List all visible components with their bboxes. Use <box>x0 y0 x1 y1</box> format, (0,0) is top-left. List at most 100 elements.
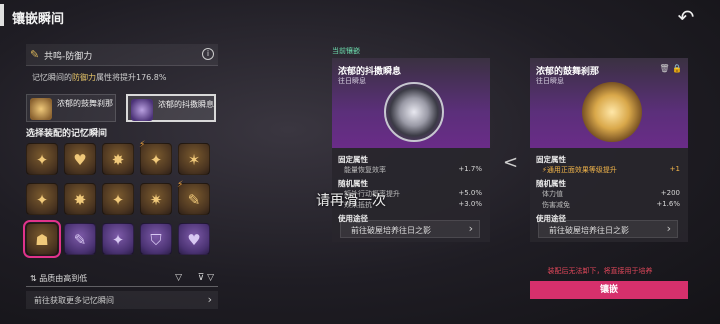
embed-button[interactable]: 镶嵌 <box>530 281 688 299</box>
set-bonus-row: ✎ 共鸣-防御力 i <box>26 44 218 66</box>
card-sub: 往日瞬息 <box>536 77 564 85</box>
random-title: 随机属性 <box>338 179 368 188</box>
chevron-right-icon: › <box>666 222 671 235</box>
equipped-slots: 浓郁的鼓舞刹那 浓郁的抖擞瞬息 <box>26 94 218 124</box>
memory-icon: ✦ <box>149 151 163 169</box>
dropdown-caret-icon[interactable]: ▽ <box>175 273 182 283</box>
attr-value: +3.0% <box>458 200 482 208</box>
new-card: 浓郁的鼓舞刹那 往日瞬息 🗑 🔒 固定属性 ⚡通用正面效果等级提升 +1 随机属性… <box>530 58 688 242</box>
attr-value: +1.7% <box>458 165 482 173</box>
memory-icon: ✷ <box>149 191 163 209</box>
bolt-icon: ⚡ <box>177 180 184 190</box>
page-title: 镶嵌瞬间 <box>12 12 65 27</box>
memory-cell[interactable]: ✦ <box>26 143 58 175</box>
memory-cell[interactable]: ✦ ⚡ <box>139 140 172 175</box>
memory-icon: ✸ <box>73 191 87 209</box>
left-panel: ✎ 共鸣-防御力 i 记忆瞬间的防御力属性将提升176.8% 浓郁的鼓舞刹那 浓… <box>23 44 218 309</box>
path-button[interactable]: 前往破屋培养往日之影 › <box>340 220 480 238</box>
memory-icon: ♥ <box>187 231 201 249</box>
current-tag: 当前镶嵌 <box>332 47 360 55</box>
set-effect-text: 记忆瞬间的防御力属性将提升176.8% <box>26 66 218 88</box>
attr-label: 能量恢复效率 <box>344 166 386 174</box>
attr-label: 通用正面效果等级提升 <box>546 166 617 174</box>
memory-cell[interactable]: ✦ <box>26 183 58 215</box>
attr-value: +1.6% <box>656 200 680 208</box>
card-attrs: 固定属性 能量恢复效率 +1.7% 随机属性 额外行动概率提升 +5.0% 效果抵抗… <box>332 148 490 228</box>
set-bonus-name: 共鸣-防御力 <box>44 52 93 62</box>
title-accent <box>0 4 4 26</box>
card-header: 浓郁的抖擞瞬息 往日瞬息 <box>332 58 490 148</box>
memory-cell[interactable]: ♥ <box>178 223 210 255</box>
get-more-button[interactable]: 前往获取更多记忆瞬间 › <box>26 291 218 309</box>
memory-icon: ✸ <box>111 151 125 169</box>
attr-row: 能量恢复效率 +1.7% <box>338 165 484 176</box>
memory-cell[interactable]: ✎ <box>64 223 96 255</box>
info-icon[interactable]: i <box>202 48 214 60</box>
back-arrow-icon[interactable]: ↶ <box>674 6 698 28</box>
slot-drum[interactable]: 浓郁的鼓舞刹那 <box>26 94 116 122</box>
attr-row: 体力值 +200 <box>536 189 682 200</box>
bolt-icon: ⚡ <box>139 140 146 150</box>
current-card: 浓郁的抖擞瞬息 往日瞬息 固定属性 能量恢复效率 +1.7% 随机属性 额外行动概… <box>332 58 490 242</box>
feather-icon: ✎ <box>30 48 40 61</box>
header: 镶嵌瞬间 ↶ <box>0 0 720 34</box>
memory-icon: ✎ <box>187 191 201 209</box>
path-label: 前往破屋培养往日之影 <box>549 226 629 235</box>
attr-row: ⚡通用正面效果等级提升 +1 <box>542 165 680 174</box>
sort-label: ⇅ 品质由高到低 <box>30 274 88 283</box>
card-header: 浓郁的鼓舞刹那 往日瞬息 🗑 🔒 <box>530 58 688 148</box>
memory-cell[interactable]: ⛉ <box>140 223 172 255</box>
memory-cell[interactable]: ♥ <box>64 143 96 175</box>
attr-label: 伤害减免 <box>542 201 570 209</box>
memory-icon: ♥ <box>73 151 87 169</box>
card-sub: 往日瞬息 <box>338 77 366 85</box>
memory-cell[interactable]: ✸ <box>102 143 134 175</box>
sort-bar[interactable]: ⇅ 品质由高到低 ▽ ⊽ ▽ <box>26 273 218 287</box>
memory-cell[interactable]: ✶ <box>178 143 210 175</box>
warning-text: 装配后无法卸下，将直接用于培养 <box>547 267 653 275</box>
memory-icon: ✎ <box>73 231 87 249</box>
memory-icon: ✦ <box>35 191 49 209</box>
memory-icon: ✶ <box>187 151 201 169</box>
section-title: 选择装配的记忆瞬间 <box>26 129 108 139</box>
slot-star[interactable]: 浓郁的抖擞瞬息 <box>126 94 216 122</box>
random-title: 随机属性 <box>536 179 566 188</box>
fixed-title: 固定属性 <box>536 155 566 164</box>
chevron-right-icon: › <box>468 222 473 235</box>
star-medal-icon <box>384 82 444 142</box>
memory-cell[interactable]: ✦ <box>102 223 134 255</box>
attr-label: 体力值 <box>542 190 563 198</box>
get-more-label: 前往获取更多记忆瞬间 <box>34 296 114 305</box>
memory-icon: ✦ <box>111 231 125 249</box>
memory-cell[interactable]: ✎ ⚡ <box>177 180 210 215</box>
slot-name: 浓郁的抖擞瞬息 <box>158 100 214 109</box>
path-button[interactable]: 前往破屋培养往日之影 › <box>538 220 678 238</box>
memory-cell[interactable]: ✦ <box>102 183 134 215</box>
gold-drum-icon <box>30 98 52 120</box>
effect-prefix: 记忆瞬间的 <box>32 73 72 82</box>
toast-message: 请再滑一次 <box>316 193 386 209</box>
fixed-title: 固定属性 <box>338 155 368 164</box>
attr-value: +5.0% <box>458 189 482 197</box>
attr-value: +200 <box>660 189 680 197</box>
effect-suffix: 属性将提升176.8% <box>96 73 167 82</box>
memory-cell[interactable]: ☗ <box>23 220 61 258</box>
sort-text: 品质由高到低 <box>39 274 88 283</box>
chevron-right-icon: › <box>207 293 212 306</box>
slot-name: 浓郁的鼓舞刹那 <box>57 99 113 108</box>
card-attrs: 固定属性 ⚡通用正面效果等级提升 +1 随机属性 体力值 +200 伤害减免 +1.6… <box>530 148 688 228</box>
trash-lock-icons[interactable]: 🗑 🔒 <box>659 64 682 73</box>
attr-row: 伤害减免 +1.6% <box>536 200 682 211</box>
purple-star-icon <box>131 99 153 121</box>
path-label: 前往破屋培养往日之影 <box>351 226 431 235</box>
memory-cell[interactable]: ✸ <box>64 183 96 215</box>
compare-arrow-icon: < <box>503 152 519 173</box>
memory-grid: ✦ ♥ ✸ ✦ ⚡ ✶ ✦ ✸ ✦ ✷ ✎ ⚡ ☗ ✎ ✦ ⛉ ♥ <box>23 140 218 267</box>
memory-icon: ✦ <box>111 191 125 209</box>
memory-cell[interactable]: ✷ <box>140 183 172 215</box>
attr-value: +1 <box>669 165 680 173</box>
memory-icon: ⛉ <box>150 231 162 249</box>
effect-highlight: 防御力 <box>72 73 96 82</box>
filter-icon[interactable]: ⊽ ▽ <box>198 273 214 283</box>
memory-icon: ✦ <box>35 151 49 169</box>
